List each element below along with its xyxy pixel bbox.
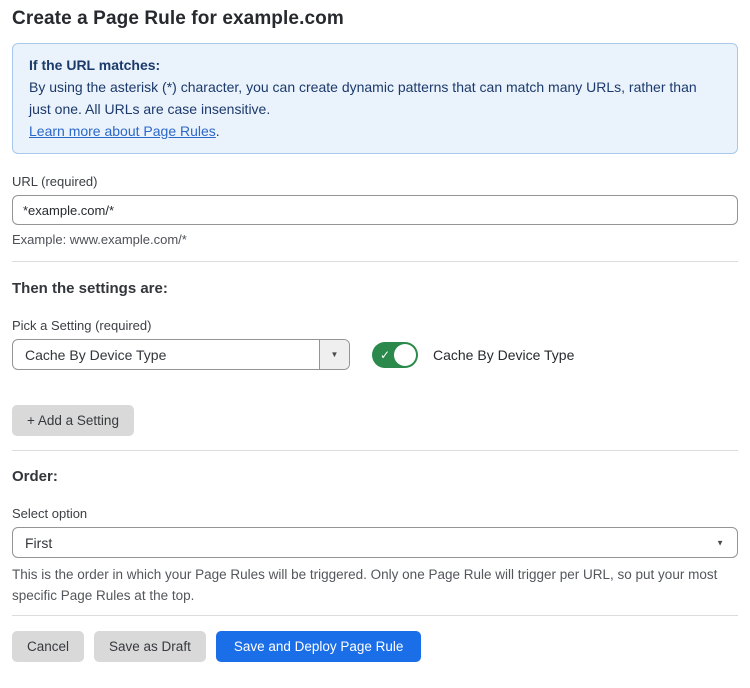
add-setting-button[interactable]: + Add a Setting	[12, 405, 134, 436]
setting-select-value: Cache By Device Type	[13, 340, 319, 369]
page-title: Create a Page Rule for example.com	[12, 8, 738, 30]
cancel-button[interactable]: Cancel	[12, 631, 84, 662]
chevron-down-icon[interactable]: ▼	[319, 340, 349, 369]
toggle-knob	[394, 344, 416, 366]
info-box-body: By using the asterisk (*) character, you…	[29, 76, 721, 120]
chevron-down-icon: ▼	[716, 538, 724, 547]
order-select-value: First	[25, 535, 52, 551]
setting-select[interactable]: Cache By Device Type ▼	[12, 339, 350, 370]
setting-row: Cache By Device Type ▼ ✓ Cache By Device…	[12, 339, 738, 370]
info-box-link-line: Learn more about Page Rules.	[29, 120, 721, 142]
footer-buttons: Cancel Save as Draft Save and Deploy Pag…	[12, 631, 738, 662]
url-field-label: URL (required)	[12, 174, 738, 189]
save-as-draft-button[interactable]: Save as Draft	[94, 631, 206, 662]
cache-by-device-type-toggle[interactable]: ✓	[372, 342, 418, 368]
settings-section-heading: Then the settings are:	[12, 280, 738, 297]
order-select-label: Select option	[12, 506, 738, 521]
order-helper-text: This is the order in which your Page Rul…	[12, 564, 732, 606]
link-suffix: .	[216, 123, 220, 139]
info-box-heading: If the URL matches:	[29, 54, 721, 76]
learn-more-link[interactable]: Learn more about Page Rules	[29, 123, 216, 139]
pick-setting-label: Pick a Setting (required)	[12, 318, 738, 333]
url-helper-text: Example: www.example.com/*	[12, 232, 738, 247]
divider	[12, 450, 738, 451]
url-input[interactable]	[12, 195, 738, 225]
url-match-info-box: If the URL matches: By using the asteris…	[12, 43, 738, 154]
check-icon: ✓	[380, 349, 390, 361]
order-select[interactable]: First ▼	[12, 527, 738, 558]
divider	[12, 261, 738, 262]
save-and-deploy-button[interactable]: Save and Deploy Page Rule	[216, 631, 422, 662]
order-section-heading: Order:	[12, 468, 738, 485]
toggle-label: Cache By Device Type	[433, 347, 574, 363]
create-page-rule-form: Create a Page Rule for example.com If th…	[0, 0, 750, 662]
divider	[12, 615, 738, 616]
